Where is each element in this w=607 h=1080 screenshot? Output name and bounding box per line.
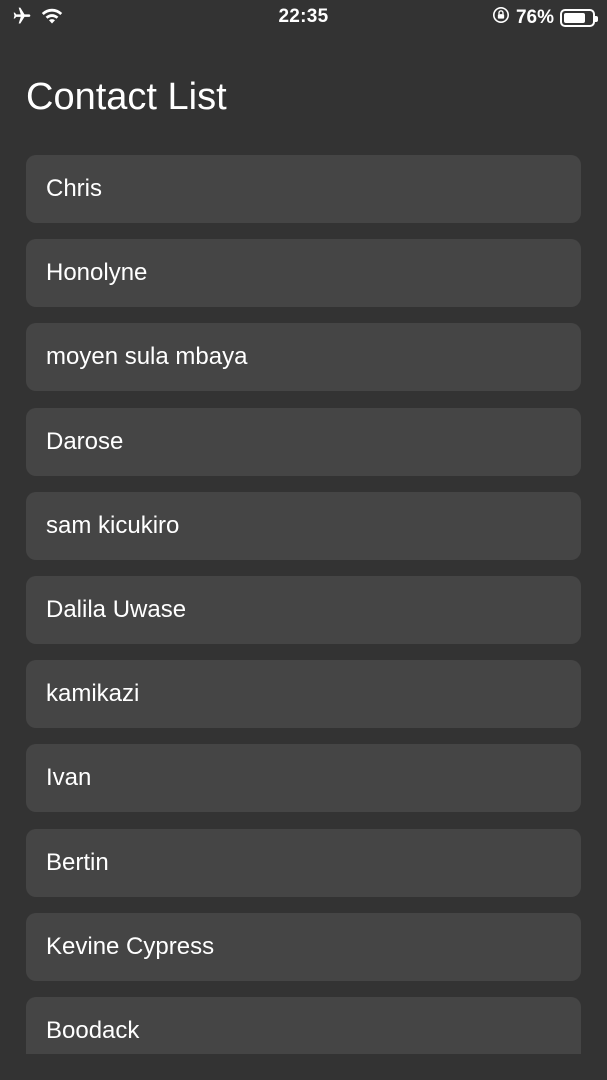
contact-name: Boodack <box>46 1016 140 1044</box>
contact-item[interactable]: Boodack <box>26 996 581 1054</box>
contact-name: sam kicukiro <box>46 511 180 539</box>
contact-item[interactable]: Kevine Cypress <box>26 912 581 981</box>
contact-item[interactable]: moyen sula mbaya <box>26 323 581 392</box>
contact-item[interactable]: kamikazi <box>26 660 581 729</box>
contact-name: kamikazi <box>46 680 140 708</box>
contact-item[interactable]: Ivan <box>26 744 581 813</box>
contact-name: Kevine Cypress <box>46 932 215 960</box>
contact-name: Bertin <box>46 848 109 876</box>
contact-item[interactable]: Darose <box>26 407 581 476</box>
battery-icon <box>560 9 598 27</box>
contact-item[interactable]: Bertin <box>26 828 581 897</box>
contact-list[interactable]: Chris Honolyne moyen sula mbaya Darose sam k… <box>26 155 581 1054</box>
battery-tip <box>595 16 598 22</box>
battery-percent: 76% <box>515 7 554 28</box>
status-right: 76% <box>492 6 598 30</box>
contact-item[interactable]: Chris <box>26 155 581 223</box>
status-bar: 22:35 76% <box>0 0 607 34</box>
contact-name: moyen sula mbaya <box>46 343 248 371</box>
contact-name: Chris <box>46 175 103 202</box>
contact-item[interactable]: Honolyne <box>26 239 581 308</box>
battery-fill <box>564 13 585 23</box>
screen: 22:35 76% Contact List Chris Honolyne moye… <box>0 0 607 1080</box>
contact-name: Darose <box>46 427 124 455</box>
orientation-lock-icon <box>492 6 510 30</box>
page-title: Contact List <box>26 76 227 118</box>
contact-name: Honolyne <box>46 259 148 287</box>
contact-item[interactable]: sam kicukiro <box>26 491 581 560</box>
contact-name: Ivan <box>46 764 92 792</box>
contact-item[interactable]: Dalila Uwase <box>26 575 581 644</box>
contact-name: Dalila Uwase <box>46 595 187 623</box>
